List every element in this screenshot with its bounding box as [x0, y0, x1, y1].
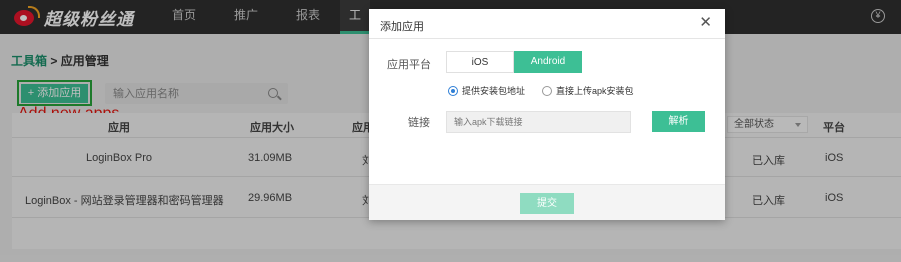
radio-upload-apk-label: 直接上传apk安装包: [556, 86, 634, 96]
dialog-footer: 提交: [369, 184, 725, 220]
platform-label: 应用平台: [387, 59, 431, 71]
dialog-title: 添加应用: [380, 21, 424, 33]
submit-button[interactable]: 提交: [520, 193, 574, 214]
platform-option-android[interactable]: Android: [514, 51, 582, 73]
radio-checked-icon: [448, 85, 458, 96]
radio-unchecked-icon: [542, 85, 552, 96]
add-app-dialog: 添加应用 ✕ 应用平台 iOS Android 提供安装包地址 直接上传apk安…: [369, 9, 725, 220]
link-label: 链接: [408, 117, 430, 129]
close-icon[interactable]: ✕: [699, 15, 712, 31]
dialog-header: 添加应用 ✕: [369, 9, 725, 39]
apk-link-input[interactable]: 输入apk下载链接: [446, 111, 631, 133]
parse-button[interactable]: 解析: [652, 111, 705, 132]
radio-provide-url-label: 提供安装包地址: [462, 86, 526, 96]
radio-provide-url[interactable]: 提供安装包地址: [448, 84, 525, 97]
platform-option-ios[interactable]: iOS: [446, 51, 514, 73]
radio-upload-apk[interactable]: 直接上传apk安装包: [542, 84, 634, 97]
